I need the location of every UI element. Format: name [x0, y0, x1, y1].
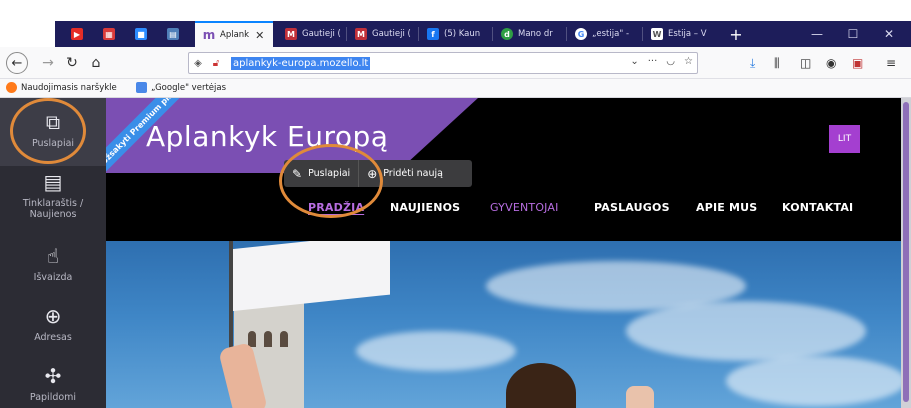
- zoom-icon: ■: [135, 28, 147, 40]
- maximize-button[interactable]: ☐: [835, 21, 871, 47]
- scrollbar-thumb[interactable]: [903, 102, 909, 402]
- d-icon: d: [501, 28, 513, 40]
- download-icon[interactable]: ⤓: [750, 56, 755, 71]
- app-icon: ▤: [167, 28, 179, 40]
- facebook-icon: f: [427, 28, 439, 40]
- mozello-icon: m: [202, 28, 216, 42]
- sidebar-item-blog[interactable]: ▤ Tinklaraštis / Naujienos: [0, 170, 106, 232]
- flag-pole: [229, 241, 233, 351]
- menu-item-naujienos[interactable]: NAUJIENOS: [390, 201, 460, 214]
- bookmark-label: „Google" vertėjas: [151, 82, 227, 93]
- reload-button[interactable]: ↻: [60, 51, 84, 75]
- tower-window: [264, 331, 272, 347]
- library-icon[interactable]: ⫼: [774, 56, 780, 71]
- tab-gmail-2[interactable]: M Gautieji (: [347, 21, 417, 47]
- page-scrollbar[interactable]: [901, 98, 911, 408]
- bookmark-star-icon[interactable]: ☆: [684, 56, 693, 67]
- sidebar-item-label: Tinklaraštis / Naujienos: [22, 198, 84, 220]
- add-page-label: Pridėti naują: [383, 168, 443, 179]
- back-button[interactable]: ←: [6, 52, 28, 74]
- url-text[interactable]: aplankyk-europa.mozello.lt: [231, 56, 371, 70]
- white-flag: [230, 241, 390, 312]
- tab-title: Aplank: [220, 30, 250, 40]
- menu-item-apie-mus[interactable]: APIE MUS: [696, 201, 757, 214]
- sidebar-item-appearance[interactable]: ☝ Išvaizda: [0, 244, 106, 294]
- menu-item-kontaktai[interactable]: KONTAKTAI: [782, 201, 853, 214]
- tab-title: (5) Kaun: [444, 29, 481, 39]
- account-icon[interactable]: ◉: [826, 56, 836, 70]
- site-header: Aplankyk Europą Užsakyti Premium planą L…: [106, 98, 901, 241]
- bookmarks-toolbar: Naudojimasis naršykle „Google" vertėjas: [0, 79, 911, 98]
- cloud: [726, 356, 901, 406]
- close-tab-icon[interactable]: ✕: [255, 29, 264, 42]
- sidebar-item-label: Papildomi: [29, 392, 77, 403]
- blog-icon: ▤: [43, 170, 63, 194]
- insecure-lock-icon[interactable]: 🔓︎: [207, 58, 225, 69]
- tab-bar: ▶ ▦ ■ ▤ m Aplank ✕ M Gautieji ( M Gautie…: [55, 21, 911, 47]
- annotation-ring-sidebar: [10, 98, 86, 164]
- menu-icon[interactable]: ≡: [886, 56, 896, 70]
- tab-google[interactable]: G „estija" -: [567, 21, 641, 47]
- cloud: [356, 331, 516, 371]
- tab-title: Gautieji (: [302, 29, 341, 39]
- home-button[interactable]: ⌂: [84, 51, 108, 75]
- sidebar-item-extras[interactable]: ✣ Papildomi: [0, 364, 106, 408]
- navigation-toolbar: ← → ↻ ⌂ ◈ 🔓︎ aplankyk-europa.mozello.lt …: [0, 47, 911, 79]
- puzzle-icon: ✣: [44, 364, 62, 388]
- gmail-icon: M: [285, 28, 297, 40]
- bookmark-translate[interactable]: „Google" vertėjas: [136, 82, 226, 93]
- raised-hand: [626, 386, 654, 408]
- shield-icon[interactable]: ◈: [189, 58, 207, 69]
- wikipedia-icon: W: [651, 28, 663, 40]
- bookmark-naudojimasis[interactable]: Naudojimasis naršykle: [6, 82, 117, 93]
- calendar-icon: ▦: [103, 28, 115, 40]
- translate-icon: [136, 82, 147, 93]
- sidebar-item-label: Adresas: [34, 332, 72, 343]
- tab-title: Estija – V: [668, 29, 707, 39]
- firefox-icon: [6, 82, 17, 93]
- tab-title: „estija" -: [592, 29, 630, 39]
- tab-pinned-zoom[interactable]: ■: [127, 21, 153, 47]
- menu-item-gyventojai[interactable]: GYVENTOJAI: [490, 201, 559, 214]
- menu-item-paslaugos[interactable]: PASLAUGOS: [594, 201, 670, 214]
- language-button[interactable]: LIT: [829, 125, 860, 153]
- pocket-icon[interactable]: ◡: [666, 56, 675, 67]
- tab-title: Mano dr: [518, 29, 553, 39]
- google-icon: G: [575, 28, 587, 40]
- tab-pinned-app[interactable]: ▤: [159, 21, 185, 47]
- appearance-icon: ☝: [46, 244, 60, 268]
- annotation-ring-popover: [279, 144, 383, 218]
- url-bar[interactable]: ◈ 🔓︎ aplankyk-europa.mozello.lt ⌄ ··· ◡ …: [188, 52, 698, 74]
- tab-pinned-youtube[interactable]: ▶: [63, 21, 89, 47]
- tab-mano[interactable]: d Mano dr: [493, 21, 565, 47]
- tab-title: Gautieji (: [372, 29, 411, 39]
- globe-icon: ⊕: [44, 304, 62, 328]
- tower-window: [280, 331, 288, 347]
- new-tab-button[interactable]: +: [723, 21, 749, 47]
- hero-image: [106, 241, 901, 408]
- tab-facebook[interactable]: f (5) Kaun: [419, 21, 491, 47]
- close-window-button[interactable]: ✕: [871, 21, 907, 47]
- bookmark-label: Naudojimasis naršykle: [21, 82, 117, 93]
- more-actions-icon[interactable]: ···: [648, 56, 658, 67]
- tab-gmail-1[interactable]: M Gautieji (: [277, 21, 345, 47]
- minimize-button[interactable]: —: [799, 21, 835, 47]
- sidebar-item-label: Išvaizda: [33, 272, 73, 283]
- gmail-icon: M: [355, 28, 367, 40]
- tab-pinned-calendar[interactable]: ▦: [95, 21, 121, 47]
- cloud: [626, 301, 866, 361]
- extension-icon[interactable]: ▣: [852, 56, 863, 70]
- website-preview: Aplankyk Europą Užsakyti Premium planą L…: [106, 98, 901, 408]
- person-hair: [506, 363, 576, 408]
- chevron-down-icon[interactable]: ⌄: [630, 56, 638, 67]
- screenshot-root: { "browser": { "tabs": [ {"title": "", "…: [0, 0, 911, 408]
- tab-wikipedia[interactable]: W Estija – V: [643, 21, 717, 47]
- youtube-icon: ▶: [71, 28, 83, 40]
- sidebar-toggle-icon[interactable]: ◫: [800, 56, 811, 70]
- sidebar-item-address[interactable]: ⊕ Adresas: [0, 304, 106, 354]
- forward-button[interactable]: →: [36, 51, 60, 75]
- browser-tab-strip: ▶ ▦ ■ ▤ m Aplank ✕ M Gautieji ( M Gautie…: [0, 0, 911, 47]
- tab-aplankyk[interactable]: m Aplank ✕: [195, 21, 273, 47]
